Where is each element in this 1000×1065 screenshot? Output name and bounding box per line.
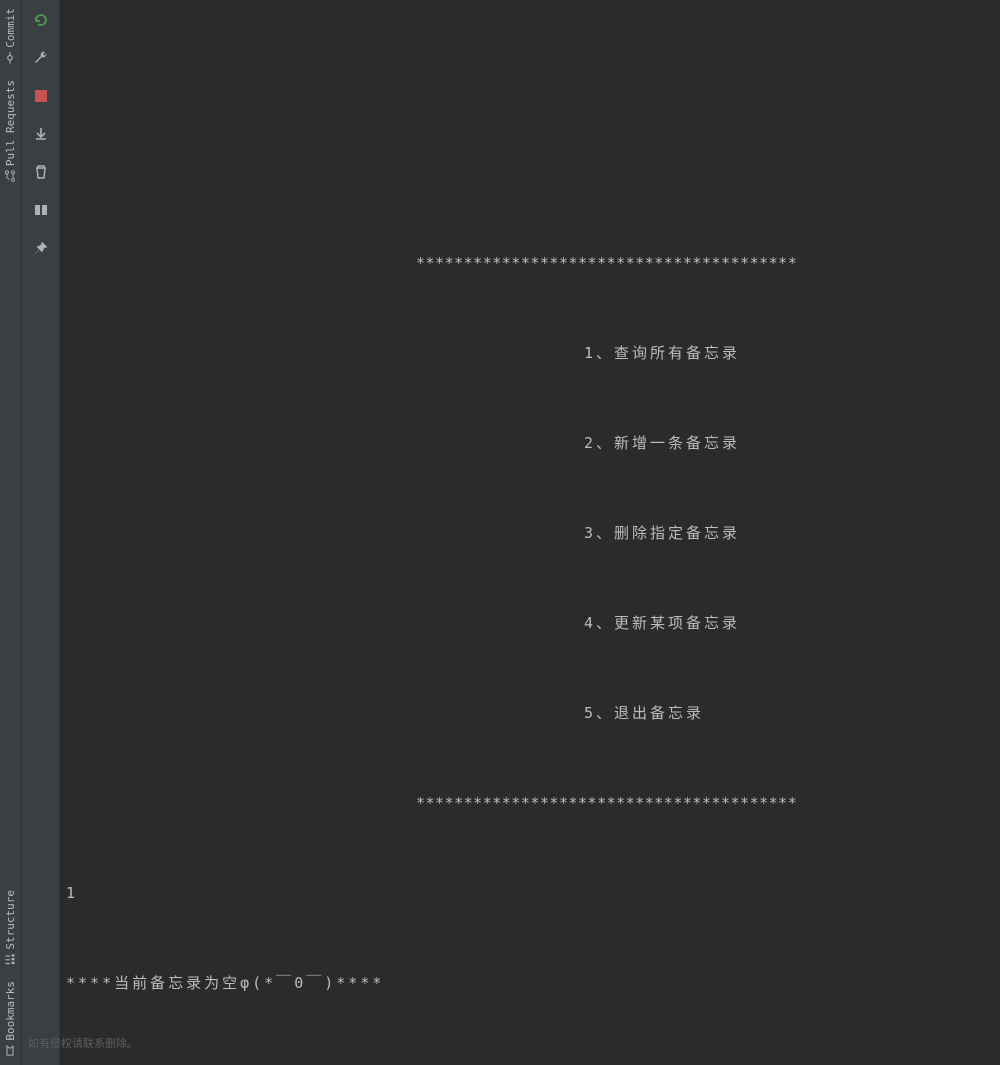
download-button[interactable] bbox=[27, 120, 55, 148]
pull-request-icon bbox=[5, 170, 17, 182]
console-line bbox=[66, 68, 1000, 98]
wrench-icon bbox=[33, 50, 49, 66]
tab-commit-label: Commit bbox=[4, 8, 17, 48]
console-line: 1 bbox=[66, 878, 1000, 908]
console-line: **************************************** bbox=[66, 788, 1000, 818]
layout-button[interactable] bbox=[27, 196, 55, 224]
console-line: 5、退出备忘录 bbox=[66, 698, 1000, 728]
console-output[interactable]: ****************************************… bbox=[60, 0, 1000, 1065]
tab-bookmarks[interactable]: Bookmarks bbox=[0, 973, 21, 1065]
tab-structure-label: Structure bbox=[4, 890, 17, 950]
console-line: 3、删除指定备忘录 bbox=[66, 518, 1000, 548]
tab-commit[interactable]: Commit bbox=[0, 0, 21, 72]
tab-bookmarks-label: Bookmarks bbox=[4, 981, 17, 1041]
tab-pull-requests[interactable]: Pull Requests bbox=[0, 72, 21, 190]
console-line: 1、查询所有备忘录 bbox=[66, 338, 1000, 368]
structure-icon bbox=[5, 953, 17, 965]
run-toolbar bbox=[22, 0, 60, 1065]
pin-icon bbox=[33, 240, 49, 256]
stop-button[interactable] bbox=[27, 82, 55, 110]
console-line: ****当前备忘录为空φ(*￣0￣)**** bbox=[66, 968, 1000, 998]
console-line: **************************************** bbox=[66, 248, 1000, 278]
side-tab-bar: Commit Pull Requests Structure Bookmarks bbox=[0, 0, 22, 1065]
console-line: 2、新增一条备忘录 bbox=[66, 428, 1000, 458]
console-line bbox=[66, 158, 1000, 188]
tab-pull-requests-label: Pull Requests bbox=[4, 80, 17, 166]
bookmark-icon bbox=[5, 1045, 17, 1057]
console-line: 4、更新某项备忘录 bbox=[66, 608, 1000, 638]
rerun-button[interactable] bbox=[27, 6, 55, 34]
layout-icon bbox=[33, 202, 49, 218]
wrench-button[interactable] bbox=[27, 44, 55, 72]
rerun-icon bbox=[33, 12, 49, 28]
console-line bbox=[66, 1058, 1000, 1065]
tab-structure[interactable]: Structure bbox=[0, 882, 21, 974]
commit-icon bbox=[5, 52, 17, 64]
trash-button[interactable] bbox=[27, 158, 55, 186]
pin-button[interactable] bbox=[27, 234, 55, 262]
trash-icon bbox=[33, 164, 49, 180]
stop-icon bbox=[35, 90, 47, 102]
download-icon bbox=[33, 126, 49, 142]
watermark-text: 如有侵权请联系删除。 bbox=[60, 1029, 138, 1059]
